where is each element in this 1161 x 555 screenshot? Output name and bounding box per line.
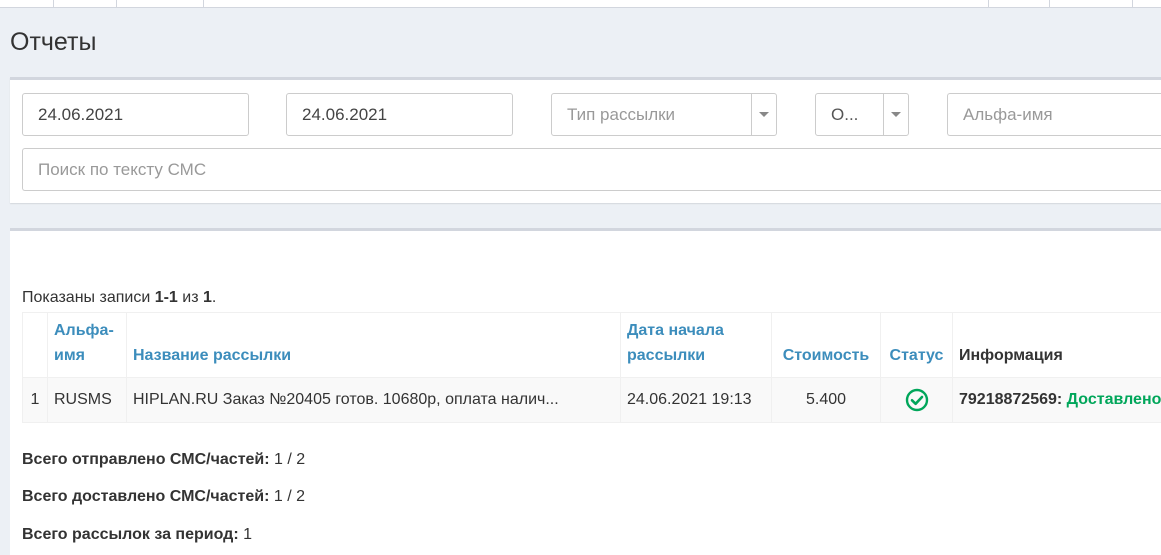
navbar-divider: [203, 0, 204, 8]
navbar-divider: [1049, 0, 1050, 8]
mailing-type-select[interactable]: Тип рассылки: [551, 93, 777, 136]
total-sent-value: 1 / 2: [274, 451, 306, 468]
column-header-cost[interactable]: Стоимость: [771, 312, 881, 378]
total-sent-label: Всего отправлено СМС/частей:: [22, 451, 270, 468]
operator-value: О...: [831, 104, 859, 124]
table-row: 1 RUSMS HIPLAN.RU Заказ №20405 готов. 10…: [22, 377, 1161, 423]
cell-mailing-name: HIPLAN.RU Заказ №20405 готов. 10680р, оп…: [126, 377, 621, 423]
navbar-divider: [988, 0, 989, 8]
date-from-input[interactable]: 24.06.2021: [22, 93, 249, 136]
alpha-name-input[interactable]: Альфа-имя: [947, 93, 1161, 136]
column-header-info: Информация: [952, 312, 1161, 378]
check-circle-icon: [905, 388, 928, 412]
navbar-divider: [1132, 0, 1133, 8]
column-header-mailing-name[interactable]: Название рассылки: [126, 312, 621, 378]
cell-info: 79218872569: Доставлено: [952, 377, 1161, 423]
cell-num: 1: [22, 377, 48, 423]
records-summary: Показаны записи 1-1 из 1.: [22, 289, 216, 307]
column-header-num: [22, 312, 48, 378]
column-header-alpha-name[interactable]: Альфа-имя: [47, 312, 127, 378]
summary-of: из: [177, 289, 203, 306]
dropdown-arrow[interactable]: [751, 94, 776, 135]
summary-suffix: .: [211, 289, 217, 306]
chevron-down-icon: [891, 112, 901, 117]
column-header-start-date[interactable]: Дата начала рассылки: [620, 312, 772, 378]
date-to-input[interactable]: 24.06.2021: [286, 93, 513, 136]
top-navbar: [0, 0, 1161, 8]
cell-start-date: 24.06.2021 19:13: [620, 377, 772, 423]
navbar-divider: [116, 0, 117, 8]
sms-text-search-input[interactable]: Поиск по тексту СМС: [22, 148, 1161, 191]
summary-total: 1: [203, 289, 212, 306]
total-delivered-label: Всего доставлено СМС/частей:: [22, 488, 270, 505]
page-title: Отчеты: [10, 28, 97, 56]
column-header-status[interactable]: Статус: [880, 312, 953, 378]
reports-table: Альфа-имя Название рассылки Дата начала …: [22, 312, 1161, 423]
summary-prefix: Показаны записи: [22, 289, 155, 306]
total-mailings: Всего рассылок за период: 1: [22, 526, 252, 544]
mailing-type-placeholder: Тип рассылки: [567, 104, 676, 124]
summary-range: 1-1: [154, 289, 178, 306]
info-separator: :: [1056, 391, 1067, 408]
chevron-down-icon: [759, 112, 769, 117]
operator-select[interactable]: О...: [815, 93, 909, 136]
navbar-divider: [53, 0, 54, 8]
dropdown-arrow[interactable]: [883, 94, 908, 135]
cell-alpha-name: RUSMS: [47, 377, 127, 423]
cell-status: [880, 377, 953, 423]
info-delivery-status: Доставлено: [1066, 391, 1161, 408]
info-phone: 79218872569: [959, 391, 1057, 408]
table-header-row: Альфа-имя Название рассылки Дата начала …: [22, 312, 1161, 378]
total-mailings-value: 1: [243, 526, 252, 543]
total-delivered-value: 1 / 2: [273, 488, 305, 505]
cell-cost: 5.400: [771, 377, 881, 423]
total-delivered: Всего доставлено СМС/частей: 1 / 2: [22, 488, 305, 506]
total-sent: Всего отправлено СМС/частей: 1 / 2: [22, 451, 305, 469]
total-mailings-label: Всего рассылок за период:: [22, 526, 239, 543]
